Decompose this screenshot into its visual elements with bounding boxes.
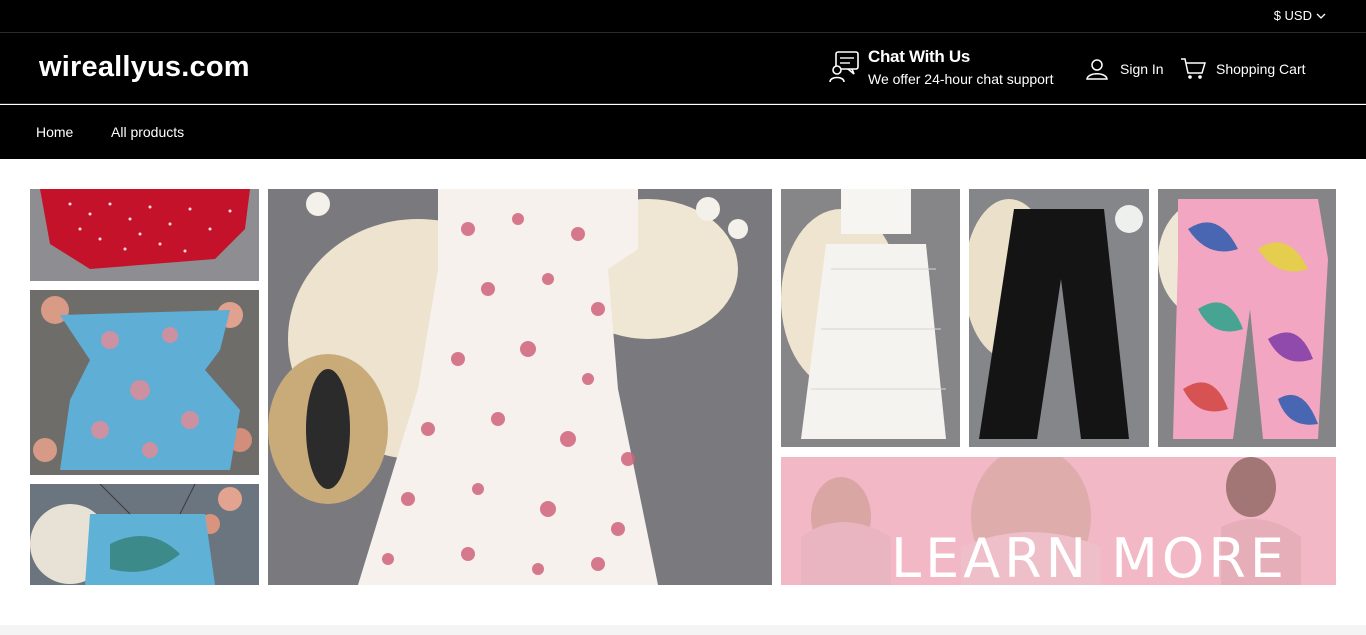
site-logo[interactable]: wireallyus.com <box>39 51 250 84</box>
product-tile-floral-maxi-dress[interactable] <box>268 189 772 585</box>
chat-subtitle: We offer 24-hour chat support <box>868 71 1054 87</box>
shopping-cart-label: Shopping Cart <box>1216 61 1306 77</box>
product-image <box>30 484 259 585</box>
chat-icon <box>829 51 859 83</box>
chat-title: Chat With Us <box>868 47 971 66</box>
product-tile-red-polka-top[interactable] <box>30 189 259 281</box>
product-image <box>30 290 259 475</box>
sign-in-label: Sign In <box>1120 61 1164 77</box>
currency-label: $ USD <box>1273 8 1312 23</box>
product-image <box>781 189 960 447</box>
user-icon <box>1086 59 1108 80</box>
section-divider <box>0 625 1366 635</box>
product-tile-blue-floral-dress[interactable] <box>30 290 259 475</box>
product-tile-white-lace-set[interactable] <box>781 189 960 447</box>
product-image <box>268 189 772 585</box>
nav-item-all-products[interactable]: All products <box>111 124 184 140</box>
product-image <box>969 189 1149 447</box>
nav-item-home[interactable]: Home <box>36 124 73 140</box>
product-image <box>1158 189 1336 447</box>
product-image <box>30 189 259 281</box>
site-header: wireallyus.com Chat With Us We offer 24-… <box>0 33 1366 104</box>
main-nav: Home All products <box>0 105 1366 159</box>
sign-in-link[interactable]: Sign In <box>1085 57 1164 81</box>
product-tile-black-pants[interactable] <box>969 189 1149 447</box>
cart-icon <box>1181 58 1206 79</box>
currency-selector[interactable]: $ USD <box>1274 8 1326 23</box>
learn-more-label: LEARN MORE <box>891 527 1288 585</box>
shopping-cart-link[interactable]: Shopping Cart <box>1180 57 1306 81</box>
learn-more-banner[interactable]: LEARN MORE <box>781 457 1336 585</box>
chat-with-us-link[interactable]: Chat With Us We offer 24-hour chat suppo… <box>828 47 1053 87</box>
chevron-down-icon <box>1316 13 1326 19</box>
product-tile-pink-tropical-jumpsuit[interactable] <box>1158 189 1336 447</box>
top-bar: $ USD <box>0 0 1366 33</box>
product-tile-blue-tropical-dress[interactable] <box>30 484 259 585</box>
